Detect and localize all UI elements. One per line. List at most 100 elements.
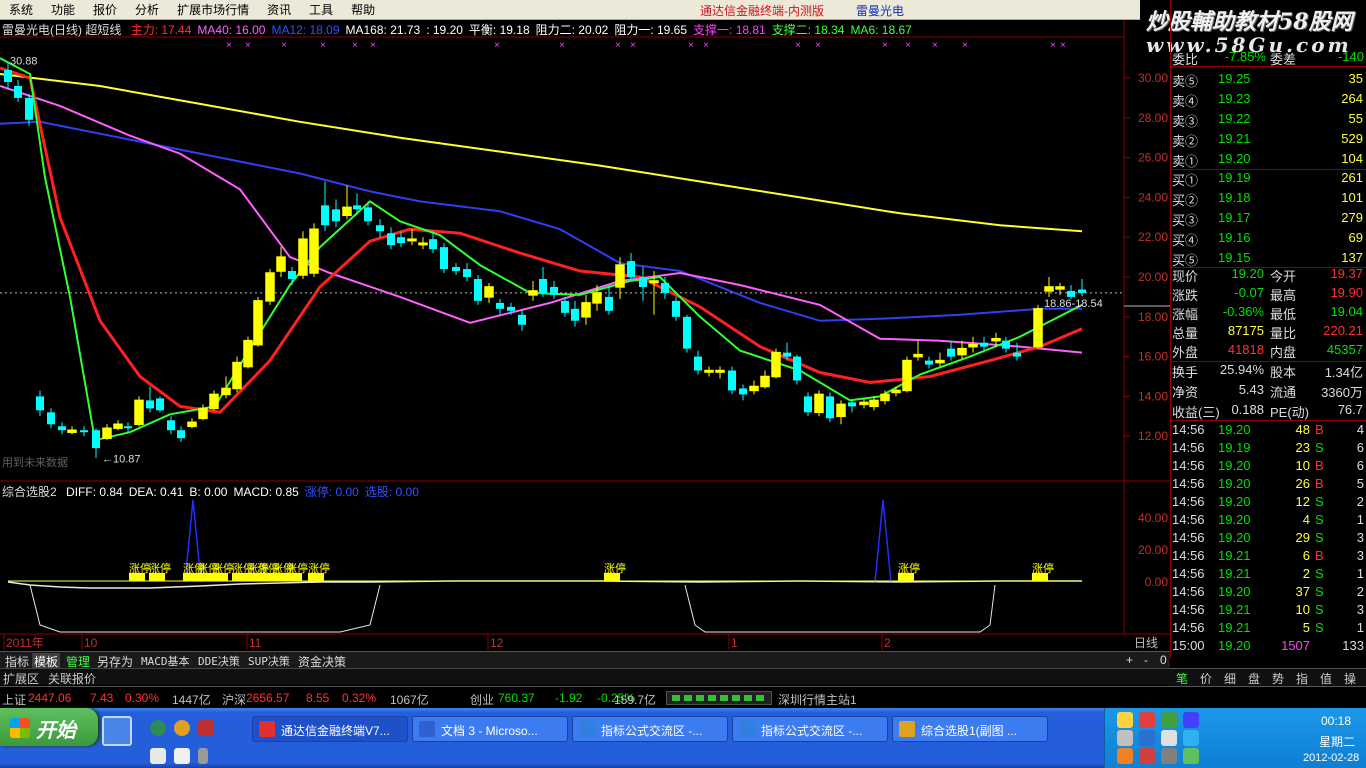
media-icon[interactable] — [198, 720, 214, 736]
tick-direction: S — [1315, 530, 1324, 545]
browser-icon[interactable] — [174, 720, 190, 736]
signal-marker-icon: × — [932, 40, 938, 51]
tick-volume: 48 — [1295, 422, 1310, 437]
tick-price: 19.20 — [1218, 584, 1251, 599]
chart-header-value: : 19.20 — [426, 23, 463, 37]
tray-icon-8[interactable] — [1183, 730, 1199, 746]
tick-volume: 23 — [1295, 440, 1310, 455]
ie-icon[interactable] — [150, 720, 166, 736]
menu-analysis[interactable]: 分析 — [126, 1, 168, 18]
date-axis-label: 1 — [731, 636, 738, 650]
tray-icon-9[interactable] — [1117, 748, 1133, 764]
network-icon[interactable] — [1183, 748, 1199, 764]
app-icon — [259, 721, 275, 737]
stat-value: 76.7 — [1337, 402, 1363, 417]
signal-marker-icon: × — [281, 40, 287, 51]
status-item: 1447亿 — [172, 693, 211, 707]
candle-up-fill — [210, 394, 218, 409]
quote-tab[interactable]: 势 — [1272, 670, 1284, 687]
tick-direction: S — [1315, 620, 1324, 635]
signal-bar — [732, 695, 740, 701]
tick-time: 15:00 — [1172, 638, 1205, 653]
signal-bar — [720, 695, 728, 701]
sell-volume: 35 — [1348, 71, 1363, 86]
quote-tab[interactable]: 指 — [1296, 670, 1308, 687]
clock-weekday: 星期二 — [1319, 735, 1356, 749]
quote-tab[interactable]: 笔 — [1176, 670, 1188, 687]
tick-volume: 26 — [1295, 476, 1310, 491]
tray-icon-2[interactable] — [1139, 712, 1155, 728]
candle-down — [804, 396, 812, 413]
help-icon[interactable] — [174, 748, 190, 764]
speaker-icon[interactable] — [198, 748, 208, 764]
quote-tab[interactable]: 值 — [1320, 670, 1332, 687]
buy-level-label: 买② — [1172, 193, 1199, 208]
status-item: 1067亿 — [390, 693, 429, 707]
menu-function[interactable]: 功能 — [42, 1, 84, 18]
candle-down — [507, 306, 515, 311]
candle-down — [156, 398, 164, 411]
tray-icon-3[interactable] — [1161, 712, 1177, 728]
sell-volume: 529 — [1341, 131, 1363, 146]
zoom-in-button[interactable]: + — [1124, 653, 1135, 667]
menu-news[interactable]: 资讯 — [258, 1, 300, 18]
menu-help[interactable]: 帮助 — [342, 1, 384, 18]
taskbar-window-button[interactable]: 综合选股1(副图 ... — [892, 716, 1048, 742]
kline-chart[interactable]: 30.0028.0026.0024.0022.0020.0018.0016.00… — [0, 20, 1170, 652]
candle-up-fill — [68, 430, 76, 433]
taskbar-window-button[interactable]: 指标公式交流区 -... — [732, 716, 888, 742]
quote-tab[interactable]: 操 — [1344, 670, 1356, 687]
tray-icon-10[interactable] — [1139, 748, 1155, 764]
menu-quote[interactable]: 报价 — [84, 1, 126, 18]
buy-row: 买② 19.18 101 — [1170, 189, 1366, 208]
tray-icon-4[interactable] — [1183, 712, 1199, 728]
tick-volume: 4 — [1302, 512, 1310, 527]
tab-extension[interactable]: 扩展区 — [3, 670, 39, 687]
clock-time[interactable]: 00:18 — [1321, 714, 1351, 728]
taskbar-window-button[interactable]: 文档 3 - Microso... — [412, 716, 568, 742]
candle-up-fill — [881, 394, 889, 401]
tray-icon-1[interactable] — [1117, 712, 1133, 728]
tick-volume: 10 — [1295, 458, 1310, 473]
volume-icon[interactable] — [1161, 748, 1177, 764]
candle-up-fill — [772, 352, 780, 377]
stat-label: 外盘 — [1172, 345, 1199, 360]
tray-icon-5[interactable] — [1117, 730, 1133, 746]
candle-down — [605, 296, 613, 311]
zoom-out-button[interactable]: - — [1142, 653, 1150, 667]
candle-down — [848, 402, 856, 407]
signal-marker-icon: × — [688, 40, 694, 51]
keyboard-icon[interactable] — [150, 748, 166, 764]
indicator-name[interactable]: 综合选股2 — [2, 485, 57, 499]
taskbar-window-button[interactable]: 通达信金融终端V7... — [252, 716, 408, 742]
tab-sup[interactable]: SUP决策 — [246, 653, 292, 669]
candle-up-fill — [343, 207, 351, 216]
chart-header-value: MA12: 18.09 — [271, 23, 340, 37]
start-button[interactable]: 开始 — [0, 708, 98, 746]
candle-down — [387, 233, 395, 246]
indicator-axis-label: 20.00 — [1138, 543, 1168, 557]
candle-down — [47, 412, 55, 425]
menu-ext-market[interactable]: 扩展市场行情 — [168, 1, 258, 18]
menu-tools[interactable]: 工具 — [300, 1, 342, 18]
signal-marker-icon: × — [615, 40, 621, 51]
quote-tab[interactable]: 价 — [1200, 670, 1212, 687]
menu-system[interactable]: 系统 — [0, 1, 42, 18]
desktop-icon[interactable] — [102, 716, 132, 746]
tab-macd-basic[interactable]: MACD基本 — [139, 653, 192, 669]
tick-direction: B — [1315, 458, 1324, 473]
taskbar-window-button[interactable]: 指标公式交流区 -... — [572, 716, 728, 742]
tray-icon-6[interactable] — [1139, 730, 1155, 746]
tray-icon-7[interactable] — [1161, 730, 1177, 746]
kline-chart-area[interactable]: 30.00 28.00 26.00 24.00 22.00 20.00 18.00 16.00… — [0, 20, 1170, 652]
chart-formula-name[interactable]: 超短线 — [85, 23, 121, 37]
tab-dde[interactable]: DDE决策 — [196, 653, 242, 669]
zoom-reset-button[interactable]: 0 — [1158, 653, 1169, 667]
tab-related-quote[interactable]: 关联报价 — [48, 670, 96, 687]
tick-direction: S — [1315, 512, 1324, 527]
tick-row: 14:56 19.20 29 S 3 — [1170, 529, 1366, 548]
candle-up-fill — [310, 229, 318, 274]
quote-tab[interactable]: 盘 — [1248, 670, 1260, 687]
buy-level-label: 买① — [1172, 173, 1199, 188]
quote-tab[interactable]: 细 — [1224, 670, 1236, 687]
